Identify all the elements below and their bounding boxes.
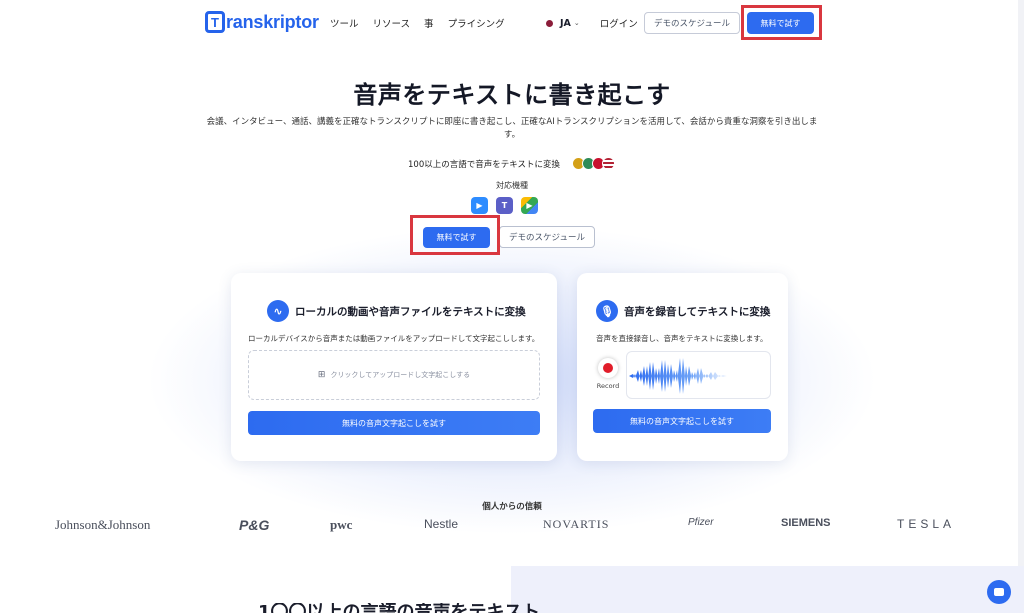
logo-siemens: SIEMENS [781,517,831,529]
upload-card-title: ローカルの動画や音声ファイルをテキストに変換 [295,305,526,318]
page-title: 音声をテキストに書き起こす [353,81,671,109]
supported-apps-label: 対応機種 [496,181,528,190]
logo-novartis: NOVARTIS [543,517,610,531]
nav-item-cases[interactable]: 事 [424,16,434,30]
highlight-box [410,215,500,255]
bottom-band [511,566,1024,613]
waveform-graphic [629,358,731,394]
logo[interactable]: T ranskriptor [205,11,319,33]
top-nav: T ranskriptor ツール リソース 事 プライシング JA ⌄ ログイ… [0,0,1024,48]
highlight-box [741,5,822,40]
chat-widget-button[interactable] [987,580,1011,604]
microphone-icon: 🎙 [596,300,618,322]
teams-icon: T [496,197,513,214]
record-dot-icon [603,363,613,373]
nav-item-pricing[interactable]: プライシング [448,16,505,30]
logo-johnson: Johnson&Johnson [55,517,151,532]
languages-line: 100以上の言語で音声をテキストに変換 [408,157,615,170]
logo-nestle: Nestle [424,517,459,531]
languages-text: 100以上の言語で音声をテキストに変換 [408,159,560,170]
nav-links: ツール リソース 事 プライシング [330,16,505,30]
upload-folder-icon: ⊞ [317,370,326,380]
upload-card-desc: ローカルデバイスから音声または動画ファイルをアップロードして文字起こしします。 [248,334,540,343]
hero-schedule-demo-button[interactable]: デモのスケジュール [499,226,595,248]
flags-group [571,157,615,170]
waveform-icon: ∿ [267,300,289,322]
record-card: 🎙 音声を録音してテキストに変換 音声を直接録音し、音声をテキストに変換します。… [577,273,788,461]
logo-pg: P&G [239,517,270,533]
upload-card-header: ∿ ローカルの動画や音声ファイルをテキストに変換 [267,300,526,322]
logo-pwc: pwc [330,517,353,532]
upload-transcribe-button[interactable]: 無料の音声文字起こしを試す [248,411,540,435]
record-card-header: 🎙 音声を録音してテキストに変換 [596,300,770,322]
drop-zone-text: クリックしてアップロードし文字起こしする [330,371,471,379]
zoom-icon: ▶ [471,197,488,214]
logo-text: ranskriptor [226,11,319,32]
chevron-down-icon[interactable]: ⌄ [574,19,580,27]
waveform-display [626,351,771,399]
logo-mark: T [205,11,225,33]
supported-apps: ▶ T ▶ [471,197,538,214]
schedule-demo-button[interactable]: デモのスケジュール [644,12,740,34]
language-selector[interactable]: JA [560,18,571,29]
record-control[interactable]: Record [593,358,623,390]
nav-item-tools[interactable]: ツール [330,16,359,30]
nav-item-resources[interactable]: リソース [373,16,411,30]
upload-card: ∿ ローカルの動画や音声ファイルをテキストに変換 ローカルデバイスから音声または… [231,273,557,461]
chat-bubble-icon [994,588,1004,596]
record-card-title: 音声を録音してテキストに変換 [624,305,771,318]
record-button[interactable] [598,358,618,378]
next-section-title: 1〇〇以上の言語の音声をテキスト [258,603,540,613]
flag-icon [601,157,615,170]
record-label: Record [596,382,620,390]
hero-subtitle: 会議、インタビュー、通話、講義を正確なトランスクリプトに即座に書き起こし、正確な… [206,117,818,140]
meet-icon: ▶ [521,197,538,214]
brand-logos: Johnson&Johnson P&G pwc Nestle NOVARTIS … [0,517,1024,537]
logo-pfizer: Pfizer [688,517,714,528]
flag-icon [546,19,553,27]
trust-heading: 個人からの信頼 [482,502,542,512]
logo-tesla: TESLA [897,517,956,531]
nav-right: JA ⌄ ログイン [546,16,638,30]
login-link[interactable]: ログイン [600,16,638,30]
record-transcribe-button[interactable]: 無料の音声文字起こしを試す [593,409,771,433]
file-drop-zone[interactable]: ⊞ クリックしてアップロードし文字起こしする [248,350,540,400]
record-card-desc: 音声を直接録音し、音声をテキストに変換します。 [596,334,768,343]
